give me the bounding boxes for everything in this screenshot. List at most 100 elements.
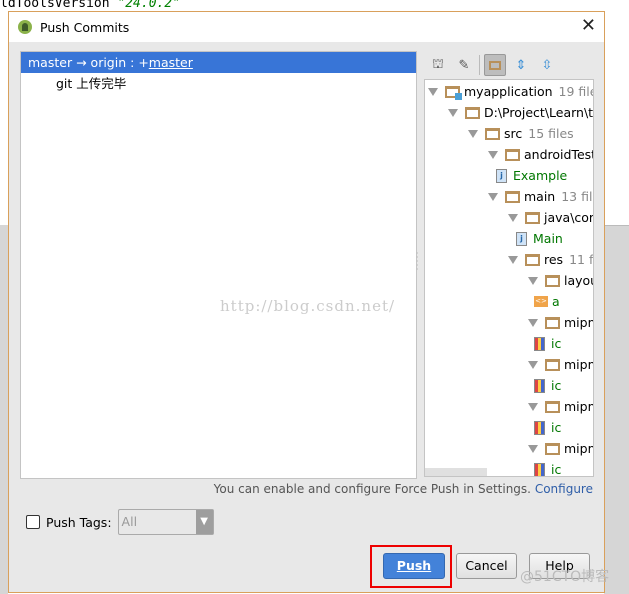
push-tags-select[interactable]: All ▼ bbox=[117, 509, 214, 535]
configure-link[interactable]: Configure bbox=[535, 482, 593, 496]
folder-icon bbox=[545, 442, 560, 455]
xml-file-icon: <> bbox=[534, 296, 548, 307]
expand-triangle-icon[interactable] bbox=[528, 444, 538, 453]
tree-node[interactable]: myapplication 19 files bbox=[428, 81, 593, 102]
changed-files-tree[interactable]: myapplication 19 files D:\Project\Learn\te… bbox=[424, 79, 594, 477]
push-tags-checkbox[interactable] bbox=[26, 515, 40, 529]
background-editor-code: ldToolsVersion "24.0.2" bbox=[0, 0, 181, 11]
expand-all-icon[interactable]: ⇕ bbox=[510, 54, 532, 76]
tree-node-label: D:\Project\Learn\te bbox=[484, 105, 594, 120]
tree-node[interactable]: j Main bbox=[516, 228, 563, 249]
android-studio-icon bbox=[18, 20, 32, 34]
tree-node-label: ic bbox=[551, 336, 562, 351]
tree-node-label: main bbox=[524, 189, 556, 204]
toolbar-separator bbox=[479, 55, 480, 75]
folder-icon bbox=[525, 253, 540, 266]
background-panel bbox=[0, 225, 8, 594]
push-button[interactable]: Push bbox=[383, 553, 445, 579]
expand-triangle-icon[interactable] bbox=[488, 192, 498, 201]
expand-triangle-icon[interactable] bbox=[488, 150, 498, 159]
folder-icon bbox=[505, 190, 520, 203]
splitter-handle[interactable]: · · · · · bbox=[416, 250, 420, 282]
file-count: 15 files bbox=[528, 126, 574, 141]
folder-icon bbox=[545, 316, 560, 329]
tree-node[interactable]: layout bbox=[528, 270, 593, 291]
folder-icon bbox=[545, 358, 560, 371]
expand-triangle-icon[interactable] bbox=[448, 108, 458, 117]
arrow: → bbox=[76, 55, 87, 70]
tree-node[interactable]: ic bbox=[534, 375, 561, 396]
tree-node[interactable]: mipmap bbox=[528, 354, 593, 375]
tree-node-label: java\com bbox=[544, 210, 593, 225]
collapse-all-icon[interactable]: ⇳ bbox=[536, 54, 558, 76]
expand-triangle-icon[interactable] bbox=[508, 255, 518, 264]
tree-node[interactable]: mipmap bbox=[528, 438, 593, 459]
tree-node[interactable]: <> a bbox=[534, 291, 560, 312]
folder-icon bbox=[525, 211, 540, 224]
commit-row[interactable]: git 上传完毕 bbox=[21, 73, 416, 94]
tree-node-label: res bbox=[544, 252, 564, 267]
new-branch-marker: + bbox=[138, 55, 149, 70]
tree-node-label: ic bbox=[551, 462, 562, 477]
expand-triangle-icon[interactable] bbox=[528, 402, 538, 411]
tree-node-label: Main bbox=[533, 231, 563, 246]
cancel-button[interactable]: Cancel bbox=[456, 553, 517, 579]
tree-node[interactable]: ic bbox=[534, 417, 561, 438]
folder-icon bbox=[505, 148, 520, 161]
image-file-icon bbox=[534, 462, 545, 476]
file-count: 13 files bbox=[561, 189, 593, 204]
tree-node[interactable]: mipmap bbox=[528, 396, 593, 417]
tree-node[interactable]: mipmap bbox=[528, 312, 593, 333]
watermark: @51CTO博客 bbox=[520, 569, 610, 585]
image-file-icon bbox=[534, 420, 545, 435]
tree-node[interactable]: src 15 files bbox=[468, 123, 574, 144]
tree-node-label: mipmap bbox=[564, 399, 593, 414]
watermark: http://blog.csdn.net/ bbox=[220, 297, 396, 315]
tree-node-label: mipmap bbox=[564, 315, 593, 330]
image-file-icon bbox=[534, 336, 545, 351]
chevron-down-icon: ▼ bbox=[195, 510, 213, 534]
tree-node[interactable]: D:\Project\Learn\te bbox=[448, 102, 594, 123]
expand-triangle-icon[interactable] bbox=[468, 129, 478, 138]
remote-name: origin : bbox=[90, 55, 135, 70]
tree-node[interactable]: java\com bbox=[508, 207, 593, 228]
changes-toolbar: ⛫ ✎ ⇕ ⇳ bbox=[427, 52, 558, 78]
file-count: 19 files bbox=[558, 84, 593, 99]
expand-triangle-icon[interactable] bbox=[528, 276, 538, 285]
expand-triangle-icon[interactable] bbox=[428, 87, 438, 96]
expand-triangle-icon[interactable] bbox=[528, 360, 538, 369]
group-by-directory-icon[interactable] bbox=[484, 54, 506, 76]
expand-triangle-icon[interactable] bbox=[508, 213, 518, 222]
push-tags-label: Push Tags: bbox=[46, 514, 112, 530]
tree-node[interactable]: ic bbox=[534, 333, 561, 354]
horizontal-scrollbar[interactable] bbox=[425, 468, 487, 476]
tree-node-label: myapplication bbox=[464, 84, 553, 99]
tree-node-label: mipmap bbox=[564, 357, 593, 372]
tree-node-label: androidTest bbox=[524, 147, 594, 162]
tree-node[interactable]: ic bbox=[534, 459, 562, 477]
commits-list[interactable]: master → origin : +master git 上传完毕 bbox=[20, 51, 417, 479]
tree-node[interactable]: j Example bbox=[496, 165, 567, 186]
close-icon[interactable]: ✕ bbox=[581, 16, 596, 36]
tree-node-label: src bbox=[504, 126, 523, 141]
group-by-module-icon[interactable]: ⛫ bbox=[427, 54, 449, 76]
tree-node[interactable]: res 11 f bbox=[508, 249, 593, 270]
tree-node-label: Example bbox=[513, 168, 568, 183]
edit-source-icon[interactable]: ✎ bbox=[453, 54, 475, 76]
expand-triangle-icon[interactable] bbox=[528, 318, 538, 327]
tree-node-label: mipmap bbox=[564, 441, 593, 456]
target-branch-link[interactable]: master bbox=[149, 55, 193, 70]
file-count: 11 f bbox=[569, 252, 594, 267]
folder-icon bbox=[485, 127, 500, 140]
dialog-title: Push Commits bbox=[40, 19, 130, 35]
title-bar: Push Commits ✕ bbox=[9, 12, 604, 42]
java-file-icon: j bbox=[496, 168, 507, 183]
tree-node[interactable]: androidTest bbox=[488, 144, 594, 165]
tree-node-label: layout bbox=[564, 273, 593, 288]
force-push-info: You can enable and configure Force Push … bbox=[214, 482, 593, 496]
module-icon bbox=[445, 85, 462, 100]
tree-node-label: ic bbox=[551, 420, 562, 435]
select-value: All bbox=[121, 514, 138, 529]
tree-node[interactable]: main 13 files bbox=[488, 186, 593, 207]
branch-row[interactable]: master → origin : +master bbox=[21, 52, 416, 73]
